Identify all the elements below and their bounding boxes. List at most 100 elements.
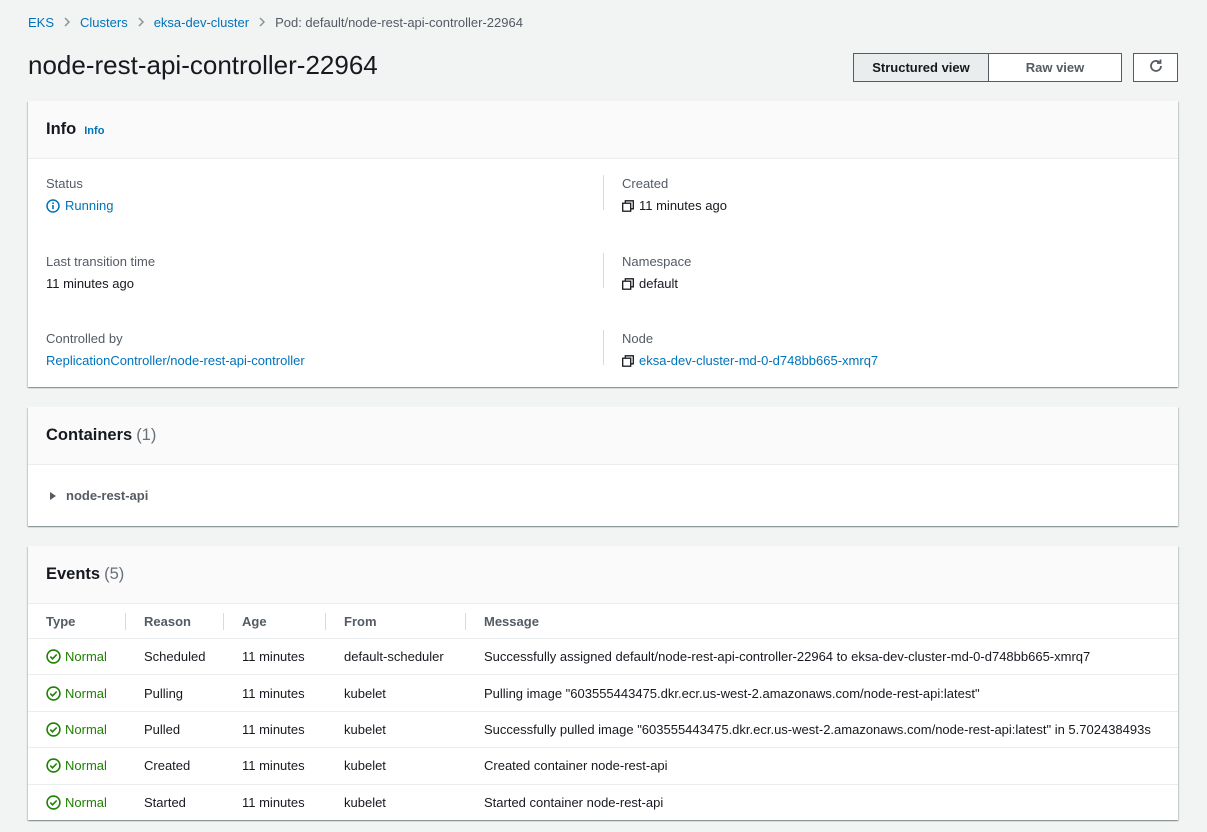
event-age: 11 minutes [242,649,305,665]
events-panel: Events (5) Type Reason Age From Message … [28,546,1178,820]
event-message: Pulling image "603555443475.dkr.ecr.us-w… [484,685,980,701]
last-transition-label: Last transition time [46,254,156,269]
event-type: Normal [28,758,126,773]
copy-icon[interactable] [622,200,634,212]
breadcrumb-eks[interactable]: EKS [28,15,54,30]
column-header-from[interactable]: From [326,604,466,638]
table-header: Type Reason Age From Message [28,604,1178,639]
node-field: Node eksa-dev-cluster-md-0-d748bb665-xmr… [622,331,1142,369]
info-link[interactable]: Info [84,125,104,137]
caret-right-icon [50,491,56,500]
events-table: Type Reason Age From Message Normal Sche… [28,604,1178,821]
refresh-button[interactable] [1133,53,1178,82]
events-panel-header: Events (5) [28,546,1178,604]
column-header-label: Age [242,613,267,629]
event-reason: Pulling [144,685,184,701]
event-from: kubelet [344,685,386,701]
column-header-age[interactable]: Age [224,604,326,638]
controlled-by-link[interactable]: ReplicationController/node-rest-api-cont… [46,353,566,369]
containers-panel-title: Containers [46,426,133,444]
check-circle-icon [46,649,61,664]
event-reason: Created [144,758,191,774]
column-header-label: From [344,613,377,629]
breadcrumb-clusters[interactable]: Clusters [80,15,128,30]
check-circle-icon [46,685,61,701]
event-age: 11 minutes [242,758,305,774]
chevron-right-icon [259,17,266,27]
table-row: Normal Pulling 11 minutes kubelet Pullin… [28,675,1178,712]
event-type: Normal [28,686,126,701]
column-header-type[interactable]: Type [28,604,126,638]
node-link[interactable]: eksa-dev-cluster-md-0-d748bb665-xmrq7 [639,353,878,369]
column-divider [603,330,604,365]
table-row: Normal Pulled 11 minutes kubelet Success… [28,712,1178,749]
chevron-right-icon [138,17,144,27]
namespace-value: default [622,276,1142,292]
column-header-message[interactable]: Message [466,604,1178,638]
controlled-by-label: Controlled by [46,331,123,346]
event-from: kubelet [344,721,386,737]
column-header-label: Reason [144,613,191,629]
check-circle-icon [46,795,61,810]
breadcrumb-current: Pod: default/node-rest-api-controller-22… [275,14,523,30]
check-circle-icon [46,758,61,774]
event-message: Successfully assigned default/node-rest-… [484,649,1091,665]
event-type: Normal [28,722,126,737]
chevron-right-icon [64,17,71,27]
page-title: node-rest-api-controller-22964 [28,50,378,80]
event-from: kubelet [344,758,386,774]
status-text: Running [65,198,114,213]
event-reason: Pulled [144,721,181,737]
column-header-reason[interactable]: Reason [126,604,224,638]
status-field: Status Running [46,176,566,214]
structured-view-button[interactable]: Structured view [853,53,989,82]
column-divider [603,175,604,210]
copy-icon[interactable] [622,278,634,290]
namespace-label: Namespace [622,254,692,269]
table-row: Normal Scheduled 11 minutes default-sche… [28,639,1178,676]
event-type-text: Normal [65,795,107,811]
check-circle-icon [46,722,61,737]
containers-count: (1) [136,426,157,444]
info-panel-title: Info [46,120,77,138]
column-header-label: Message [484,613,539,629]
last-transition-field: Last transition time 11 minutes ago [46,254,566,292]
containers-panel-header: Containers (1) [28,407,1178,465]
node-value: eksa-dev-cluster-md-0-d748bb665-xmrq7 [622,353,1142,369]
event-age: 11 minutes [242,685,305,701]
status-value: Running [46,198,566,214]
raw-view-button[interactable]: Raw view [989,53,1122,82]
refresh-icon [1148,58,1164,77]
copy-icon[interactable] [622,355,634,367]
event-age: 11 minutes [242,795,305,811]
table-row: Normal Started 11 minutes kubelet Starte… [28,785,1178,821]
created-text: 11 minutes ago [639,198,727,213]
event-type: Normal [28,795,126,810]
event-type-text: Normal [65,685,107,701]
breadcrumb: EKS Clusters eksa-dev-cluster Pod: defau… [28,14,523,30]
namespace-field: Namespace default [622,254,1142,292]
event-type: Normal [28,649,126,664]
event-message: Successfully pulled image "603555443475.… [484,721,1151,737]
last-transition-value: 11 minutes ago [46,276,134,291]
event-reason: Scheduled [144,649,206,665]
info-panel: Info Info Status Running Last transition… [28,101,1178,387]
events-panel-title: Events [46,565,101,583]
breadcrumb-cluster[interactable]: eksa-dev-cluster [154,15,249,30]
namespace-text: default [639,276,679,291]
view-toggle: Structured view Raw view [853,53,1122,82]
event-age: 11 minutes [242,721,305,737]
created-field: Created 11 minutes ago [622,176,1142,214]
container-expander[interactable]: node-rest-api [50,488,148,503]
event-message: Created container node-rest-api [484,758,668,774]
event-reason: Started [144,795,186,811]
info-panel-header: Info Info [28,101,1178,159]
created-label: Created [622,176,669,191]
created-value: 11 minutes ago [622,198,1142,214]
event-type-text: Normal [65,721,107,737]
info-circle-icon [46,199,60,213]
column-divider [603,253,604,288]
status-label: Status [46,176,83,191]
event-type-text: Normal [65,758,107,774]
table-row: Normal Created 11 minutes kubelet Create… [28,748,1178,785]
